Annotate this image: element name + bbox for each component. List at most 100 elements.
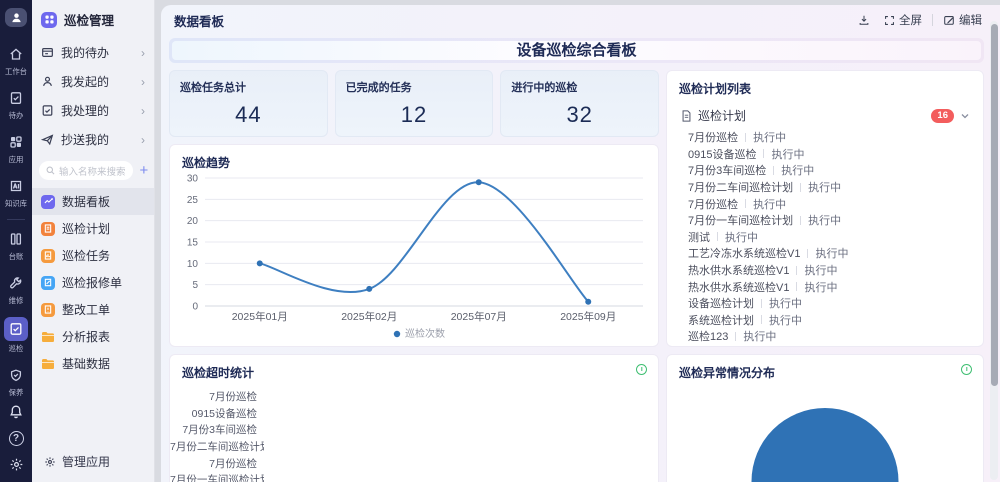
plan-list-item[interactable]: 热水供水系统巡检V1 执行中 bbox=[667, 278, 983, 295]
manage-app-button[interactable]: 管理应用 bbox=[32, 441, 154, 482]
notifications-bell-icon[interactable] bbox=[8, 404, 24, 420]
overtime-bar-chart: 7月份巡检 0915设备巡检 7月份3车间巡检 7月份二车间巡检计划 7月份巡检… bbox=[170, 388, 658, 482]
sidebar-menu-item[interactable]: 巡检计划 bbox=[32, 215, 154, 242]
scrollbar-thumb[interactable] bbox=[991, 24, 998, 386]
stat-value: 12 bbox=[346, 102, 483, 128]
plan-list-item[interactable]: 巡检123 执行中 bbox=[667, 328, 983, 345]
help-icon[interactable]: ? bbox=[9, 431, 24, 446]
stat-label: 已完成的任务 bbox=[346, 79, 483, 95]
page-title: 数据看板 bbox=[174, 11, 224, 30]
rail-item-知识库[interactable]: 知识库 bbox=[0, 171, 32, 215]
sidebar-quick-link[interactable]: 我处理的 › bbox=[32, 96, 154, 125]
quick-link-label: 我处理的 bbox=[61, 102, 134, 119]
plan-list-item[interactable]: 设备巡检计划 执行中 bbox=[667, 295, 983, 312]
sidebar-menu-item[interactable]: 巡检报修单 bbox=[32, 269, 154, 296]
rail-item-label: 知识库 bbox=[5, 198, 27, 208]
svg-text:10: 10 bbox=[187, 259, 199, 270]
plan-group-label: 巡检计划 bbox=[698, 107, 746, 124]
chevron-right-icon: › bbox=[141, 104, 145, 118]
plan-status: 执行中 bbox=[753, 196, 786, 212]
bar-row: 7月份巡检 bbox=[170, 455, 658, 472]
refresh-status-icon[interactable] bbox=[636, 364, 647, 375]
search-input[interactable]: 输入名称来搜索 bbox=[39, 161, 133, 180]
plan-name: 工艺冷冻水系统巡检V1 bbox=[688, 245, 800, 261]
my-todo-icon bbox=[41, 46, 54, 59]
workbench-icon bbox=[6, 44, 26, 64]
anomaly-pie-chart[interactable] bbox=[752, 408, 899, 482]
plan-list-item[interactable]: 7月份3车间巡检 执行中 bbox=[667, 162, 983, 179]
plan-list-item[interactable]: 测试 执行中 bbox=[667, 229, 983, 246]
rail-item-label: 保养 bbox=[9, 387, 24, 397]
plan-list-item[interactable]: 0915设备巡检 执行中 bbox=[667, 146, 983, 163]
sidebar-menu-item[interactable]: 分析报表 bbox=[32, 323, 154, 350]
divider bbox=[745, 199, 746, 208]
divider bbox=[761, 299, 762, 308]
sidebar-quick-link[interactable]: 抄送我的 › bbox=[32, 125, 154, 154]
rectify-icon bbox=[41, 303, 55, 317]
svg-text:巡检次数: 巡检次数 bbox=[405, 327, 445, 340]
sidebar-menu-item[interactable]: 整改工单 bbox=[32, 296, 154, 323]
plan-list-item[interactable]: 7月份巡检 执行中 bbox=[667, 195, 983, 212]
app-title-label: 巡检管理 bbox=[64, 10, 114, 29]
plan-name: 设备巡检计划 bbox=[688, 295, 754, 311]
todo-icon bbox=[6, 88, 26, 108]
plan-status: 执行中 bbox=[753, 129, 786, 145]
plan-list-item[interactable]: 7月份巡检 执行中 bbox=[667, 129, 983, 146]
trend-line-chart[interactable]: 0510152025302025年01月2025年02月2025年07月2025… bbox=[175, 168, 655, 346]
folder-icon bbox=[41, 357, 55, 371]
rail-item-应用[interactable]: 应用 bbox=[0, 127, 32, 171]
vertical-scrollbar[interactable] bbox=[990, 21, 998, 480]
app-logo-icon bbox=[41, 12, 57, 28]
edit-button[interactable]: 编辑 bbox=[943, 12, 982, 28]
trend-chart-panel: 巡检趋势 0510152025302025年01月2025年02月2025年07… bbox=[169, 144, 659, 347]
sidebar-menu-item[interactable]: 基础数据 bbox=[32, 350, 154, 377]
plan-status: 执行中 bbox=[725, 229, 758, 245]
rail-item-工作台[interactable]: 工作台 bbox=[0, 39, 32, 83]
rail-item-维修[interactable]: 维修 bbox=[0, 268, 32, 312]
plan-status: 执行中 bbox=[743, 328, 776, 344]
rail-divider bbox=[7, 219, 25, 220]
svg-text:30: 30 bbox=[187, 174, 199, 185]
plan-list-item[interactable]: 系统巡检计划 执行中 bbox=[667, 312, 983, 329]
rail-item-保养[interactable]: 保养 bbox=[0, 360, 32, 404]
plan-status: 执行中 bbox=[771, 146, 804, 162]
rail-item-label: 待办 bbox=[9, 110, 24, 120]
divider bbox=[796, 266, 797, 275]
overtime-chart-panel: 巡检超时统计 7月份巡检 0915设备巡检 7月份3车间巡检 7月份二车间巡检计… bbox=[169, 354, 659, 482]
rail-item-台账[interactable]: 台账 bbox=[0, 224, 32, 268]
menu-item-label: 巡检任务 bbox=[62, 247, 110, 264]
chevron-right-icon: › bbox=[141, 75, 145, 89]
sidebar-menu-item[interactable]: 巡检任务 bbox=[32, 242, 154, 269]
plan-icon bbox=[41, 222, 55, 236]
plan-list-item[interactable]: 热水供水系统巡检V1 执行中 bbox=[667, 262, 983, 279]
sidebar-quick-link[interactable]: 我的待办 › bbox=[32, 38, 154, 67]
plan-list-item[interactable]: 7月份一车间巡检计划 执行中 bbox=[667, 212, 983, 229]
stat-card: 已完成的任务 12 bbox=[335, 70, 494, 137]
plan-list-item[interactable]: 工艺冷冻水系统巡检V1 执行中 bbox=[667, 245, 983, 262]
plan-list-item[interactable]: 7月份二车间巡检计划 执行中 bbox=[667, 179, 983, 196]
user-icon bbox=[10, 11, 23, 24]
settings-gear-icon[interactable] bbox=[9, 457, 24, 472]
download-button[interactable] bbox=[858, 14, 870, 26]
divider bbox=[800, 183, 801, 192]
plan-name: 7月份二车间巡检计划 bbox=[688, 179, 793, 195]
repair-icon bbox=[6, 273, 26, 293]
cc-icon bbox=[41, 133, 54, 146]
quick-link-label: 我的待办 bbox=[61, 44, 134, 61]
sidebar-quick-link[interactable]: 我发起的 › bbox=[32, 67, 154, 96]
rail-item-巡检[interactable]: 巡检 bbox=[0, 312, 32, 360]
rail-item-待办[interactable]: 待办 bbox=[0, 83, 32, 127]
search-placeholder: 输入名称来搜索 bbox=[59, 164, 126, 178]
avatar[interactable] bbox=[5, 8, 27, 27]
plan-name: 7月份巡检 bbox=[688, 129, 738, 145]
plan-status: 执行中 bbox=[804, 262, 837, 278]
refresh-status-icon[interactable] bbox=[961, 364, 972, 375]
menu-item-label: 巡检计划 bbox=[62, 220, 110, 237]
dashboard-banner-title: 设备巡检综合看板 bbox=[172, 41, 981, 60]
sidebar-menu-item[interactable]: 数据看板 bbox=[32, 188, 154, 215]
menu-item-label: 基础数据 bbox=[62, 355, 110, 372]
plan-group-header[interactable]: 巡检计划 16 bbox=[667, 97, 983, 129]
bar-row: 7月份3车间巡检 bbox=[170, 421, 658, 438]
add-button[interactable]: + bbox=[138, 163, 151, 178]
fullscreen-button[interactable]: 全屏 bbox=[884, 12, 922, 28]
